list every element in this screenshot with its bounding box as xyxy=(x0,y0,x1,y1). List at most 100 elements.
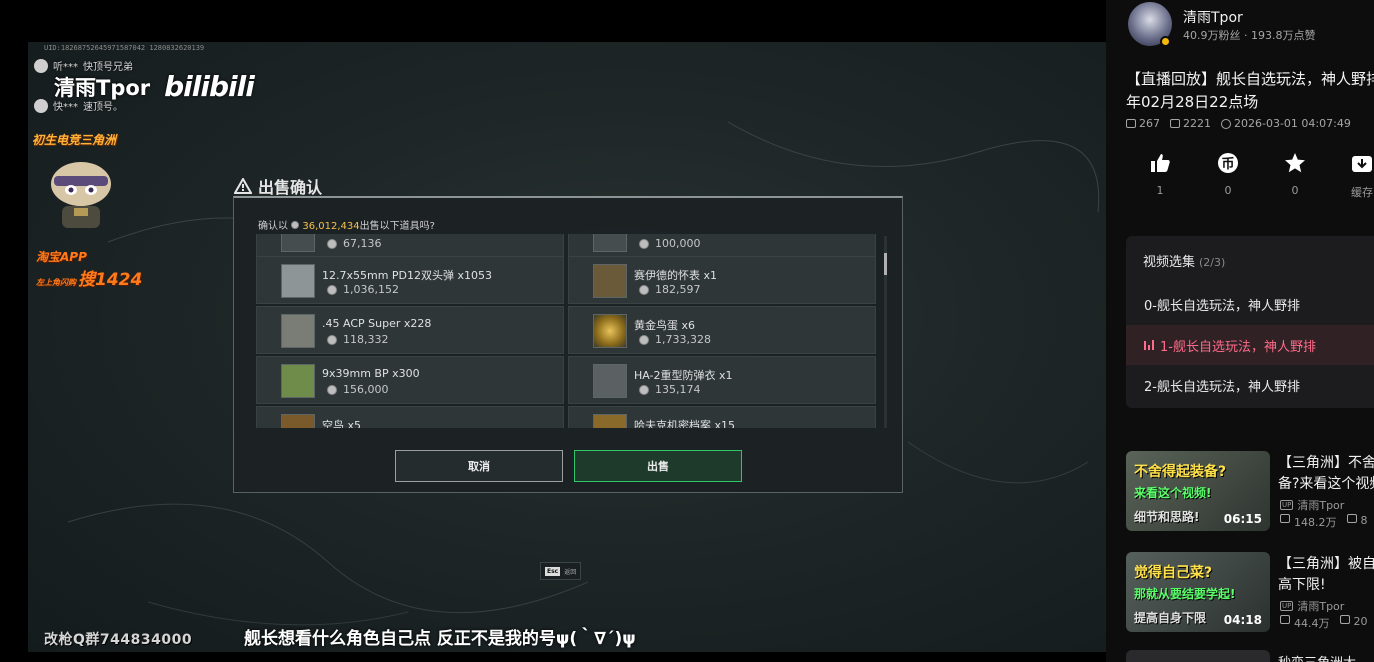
bilibili-logo: bilibili xyxy=(164,70,255,103)
danmaku-icon xyxy=(1346,514,1357,523)
dialog-title: 出售确认 xyxy=(234,174,322,198)
recommended-video[interactable]: 觉得自己菜? 那就从要结要学起! 提高自身下限 04:18 【三角洲】被自己菜?… xyxy=(1126,552,1374,634)
video-thumbnail: 不舍得起装备? 来看这个视频! 细节和思路! 06:15 xyxy=(1126,451,1270,531)
promo-line2: 左上角闪购 xyxy=(36,278,76,287)
like-count: 1 xyxy=(1156,184,1164,197)
favorite-button[interactable]: 0 xyxy=(1275,150,1315,197)
clock-icon xyxy=(1221,118,1231,129)
recommended-views: 148.2万 xyxy=(1294,516,1337,529)
item-thumbnail-icon xyxy=(281,414,315,428)
sell-confirm-dialog: 确认以 36,012,434出售以下道具吗? 67,136 100,000 12… xyxy=(233,196,903,493)
list-item: 67,136 xyxy=(256,234,564,258)
item-price-value: 118,332 xyxy=(343,333,389,346)
item-price: 135,174 xyxy=(639,383,701,396)
item-price: 67,136 xyxy=(327,237,382,250)
episode-item-active[interactable]: 1-舰长自选玩法，神人野排 xyxy=(1126,325,1374,365)
chat-avatar-icon xyxy=(34,98,48,113)
video-player[interactable]: UID:18268752645971587042 1280832620139 听… xyxy=(28,0,1106,662)
recommended-danmaku: 20 xyxy=(1353,615,1368,628)
list-item: 空鸟 x5 xyxy=(256,406,564,428)
download-icon xyxy=(1352,156,1372,172)
list-scroll-thumb[interactable] xyxy=(884,253,887,275)
video-title: 【直播回放】舰长自选玩法，神人野排 2026年02月28日22点场 xyxy=(1126,70,1374,111)
thumb-text: 来看这个视频! xyxy=(1134,486,1212,500)
item-price-value: 1,733,328 xyxy=(655,333,711,346)
list-item: 12.7x55mm PD12双头弹 x1053 1,036,152 xyxy=(256,256,564,304)
qq-group-text: 改枪Q群744834000 xyxy=(44,632,193,648)
play-count-icon xyxy=(1280,514,1290,523)
recommended-title: 【三角洲】不舍得起装备?来看这个视频! xyxy=(1278,455,1374,492)
esc-back-hint[interactable]: Esc 返回 xyxy=(540,562,582,580)
cancel-button[interactable]: 取消 xyxy=(395,450,563,482)
cache-button[interactable]: 缓存 xyxy=(1342,150,1374,200)
confirm-text: 确认以 36,012,434出售以下道具吗? xyxy=(258,217,435,232)
dialog-title-text: 出售确认 xyxy=(258,178,323,197)
recommended-title: 【三角洲】被自己菜?提高下限! xyxy=(1278,556,1374,593)
recommended-danmaku: 8 xyxy=(1360,514,1368,527)
streamer-watermark: 清雨Tpor bilibili xyxy=(54,70,255,103)
coin-button[interactable]: 币 0 xyxy=(1208,150,1248,197)
episode-item[interactable]: 0-舰长自选玩法，神人野排 xyxy=(1126,284,1374,324)
item-price-value: 1,036,152 xyxy=(343,283,399,296)
thumb-text: 觉得自己菜? xyxy=(1134,565,1213,581)
cache-label: 缓存 xyxy=(1351,186,1373,199)
item-name: HA-2重型防弹衣 x1 xyxy=(634,369,733,382)
recommended-thumbnail-partial[interactable] xyxy=(1126,650,1270,662)
chat-avatar-icon xyxy=(34,58,48,73)
golden-egg-icon xyxy=(593,314,627,348)
episode-item[interactable]: 2-舰长自选玩法，神人野排 xyxy=(1126,365,1374,405)
list-item: 赛伊德的怀表 x1 182,597 xyxy=(568,256,876,304)
coin-icon xyxy=(639,238,649,249)
item-price: 100,000 xyxy=(639,237,701,250)
screen: UID:18268752645971587042 1280832620139 听… xyxy=(0,0,1374,662)
danmaku-icon xyxy=(1170,119,1180,128)
star-icon xyxy=(1285,153,1305,173)
recommended-uploader: UP 清雨Tpor xyxy=(1280,497,1344,513)
item-name: 12.7x55mm PD12双头弹 x1053 xyxy=(322,269,493,282)
item-price-value: 67,136 xyxy=(343,237,382,250)
coin-icon xyxy=(327,384,337,395)
subtitle: 舰长想看什么角色自己点 反正不是我的号ψ(｀∇´)ψ xyxy=(244,629,636,649)
now-playing-icon xyxy=(1144,340,1154,350)
list-item: 哈夫克机密档案 x15 xyxy=(568,406,876,428)
warning-icon xyxy=(234,178,252,194)
coin-icon xyxy=(291,221,300,229)
item-thumbnail-icon xyxy=(593,234,627,252)
publish-date: 2026-03-01 04:07:49 xyxy=(1234,117,1351,130)
item-name: 黄金鸟蛋 x6 xyxy=(634,319,696,332)
item-price: 1,036,152 xyxy=(327,283,399,296)
item-price: 118,332 xyxy=(327,333,389,346)
esc-key: Esc xyxy=(545,566,561,576)
sell-button[interactable]: 出售 xyxy=(574,450,742,482)
thumb-text: 那就从要结要学起! xyxy=(1134,587,1236,601)
views-count: 267 xyxy=(1139,117,1160,130)
recommended-video[interactable]: 不舍得起装备? 来看这个视频! 细节和思路! 06:15 【三角洲】不舍得起装备… xyxy=(1126,451,1374,533)
item-list[interactable]: 67,136 100,000 12.7x55mm PD12双头弹 x1053 1… xyxy=(256,234,878,428)
mascot-avatar-icon xyxy=(51,162,111,228)
coin-icon xyxy=(327,284,337,295)
episode-label: 2-舰长自选玩法，神人野排 xyxy=(1144,379,1300,395)
body-armor-icon xyxy=(593,364,627,398)
recommended-uploader-name: 清雨Tpor xyxy=(1297,600,1345,613)
list-item: 黄金鸟蛋 x6 1,733,328 xyxy=(568,306,876,354)
like-button[interactable]: 1 xyxy=(1140,150,1180,197)
uploader-name[interactable]: 清雨Tpor xyxy=(1183,7,1243,27)
danmaku-stat: 2221 xyxy=(1170,117,1211,130)
item-price-value: 182,597 xyxy=(655,283,701,296)
document-icon xyxy=(593,414,627,428)
item-price: 182,597 xyxy=(639,283,701,296)
promo-line3: 搜1424 xyxy=(78,270,143,290)
uid-line: UID:18268752645971587042 1280832620139 xyxy=(44,44,205,52)
item-thumbnail-icon xyxy=(281,234,315,252)
thumb-text: 提高自身下限 xyxy=(1134,611,1207,625)
sponsor-banner: 初生电竞三角洲 xyxy=(32,133,117,147)
coin-count: 0 xyxy=(1224,184,1232,197)
thumbs-up-icon xyxy=(1151,154,1170,172)
views-stat: 267 xyxy=(1126,117,1160,130)
item-name: 9x39mm BP x300 xyxy=(322,367,420,380)
item-price: 1,733,328 xyxy=(639,333,711,346)
recommended-title-partial[interactable]: 秒变三角洲大 xyxy=(1278,652,1356,662)
list-item: 100,000 xyxy=(568,234,876,258)
play-count-icon xyxy=(1280,615,1290,624)
sell-amount: 36,012,434 xyxy=(302,221,360,232)
